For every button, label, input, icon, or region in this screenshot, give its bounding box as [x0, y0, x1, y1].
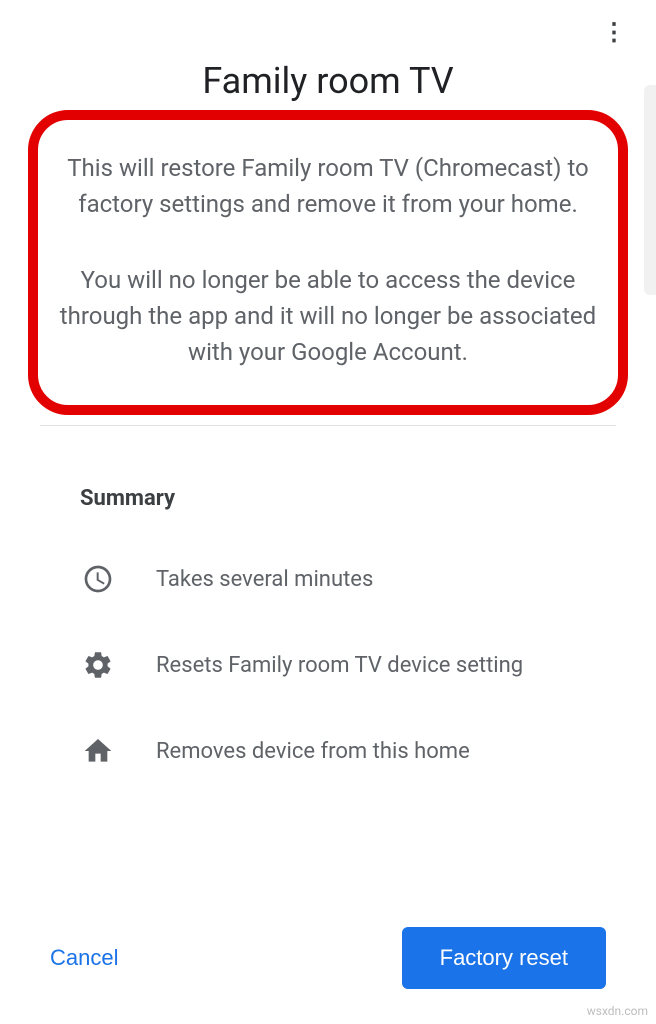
divider [40, 425, 616, 426]
gear-icon [80, 647, 116, 683]
description-highlight-box: This will restore Family room TV (Chrome… [28, 110, 628, 415]
clock-icon [80, 561, 116, 597]
more-menu-icon[interactable]: ⋮ [602, 20, 626, 44]
summary-heading: Summary [80, 486, 576, 511]
summary-section: Summary Takes several minutes Resets Fam… [0, 486, 656, 769]
summary-item-reset: Resets Family room TV device setting [80, 647, 576, 683]
watermark: wsxdn.com [587, 1004, 648, 1018]
summary-text: Takes several minutes [156, 567, 373, 592]
button-bar: Cancel Factory reset [0, 927, 656, 989]
summary-text: Removes device from this home [156, 739, 470, 764]
home-icon [80, 733, 116, 769]
description-text-2: You will no longer be able to access the… [58, 262, 598, 370]
summary-item-remove: Removes device from this home [80, 733, 576, 769]
summary-text: Resets Family room TV device setting [156, 653, 523, 678]
header: ⋮ Family room TV [0, 0, 656, 102]
cancel-button[interactable]: Cancel [50, 945, 118, 971]
summary-item-time: Takes several minutes [80, 561, 576, 597]
factory-reset-button[interactable]: Factory reset [402, 927, 606, 989]
scroll-indicator[interactable] [644, 85, 656, 295]
page-title: Family room TV [0, 60, 656, 102]
description-text-1: This will restore Family room TV (Chrome… [58, 150, 598, 222]
